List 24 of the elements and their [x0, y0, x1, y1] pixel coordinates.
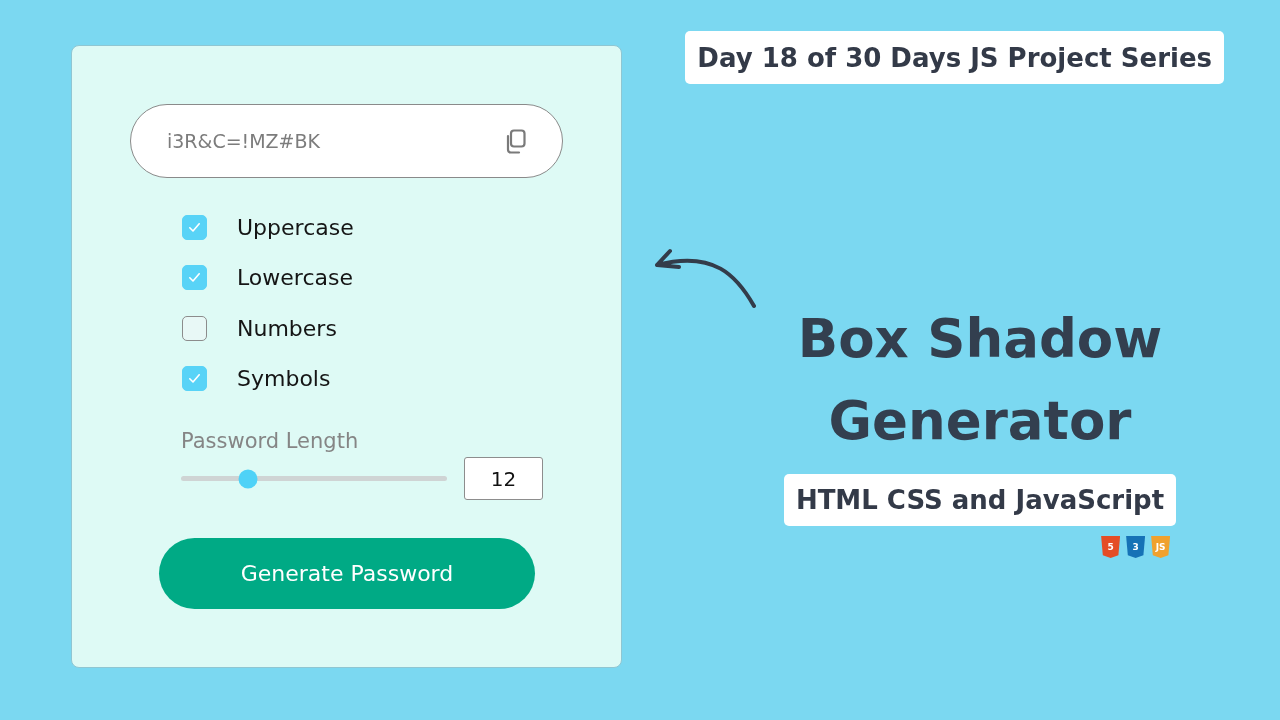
password-field[interactable]: i3R&C=!MZ#BK: [130, 104, 563, 178]
shield-logo: 3: [1126, 536, 1146, 558]
option-label: Lowercase: [237, 265, 353, 291]
option-label: Symbols: [237, 366, 331, 392]
check-icon: [189, 374, 200, 384]
checkbox[interactable]: [182, 315, 207, 341]
option-label: Uppercase: [237, 214, 354, 240]
check-icon: [189, 273, 200, 283]
length-field[interactable]: 12: [464, 457, 543, 500]
generate-button[interactable]: Generate Password: [159, 538, 535, 609]
checkbox[interactable]: [182, 265, 207, 291]
checkbox[interactable]: [182, 366, 207, 392]
length-label: Password Length: [181, 428, 360, 455]
checkbox[interactable]: [182, 214, 207, 240]
copy-icon[interactable]: [504, 128, 526, 154]
option-label: Numbers: [237, 315, 337, 341]
series-banner: Day 18 of 30 Days JS Project Series: [685, 31, 1224, 84]
password-value: i3R&C=!MZ#BK: [167, 130, 320, 152]
tech-banner: HTML CSS and JavaScript: [783, 474, 1177, 526]
slider-thumb[interactable]: [238, 469, 257, 488]
shield-logo: JS: [1151, 536, 1171, 558]
check-icon: [189, 222, 200, 232]
shield-logo: 5: [1101, 536, 1121, 558]
page-title: Box Shadow Generator: [796, 307, 1164, 453]
